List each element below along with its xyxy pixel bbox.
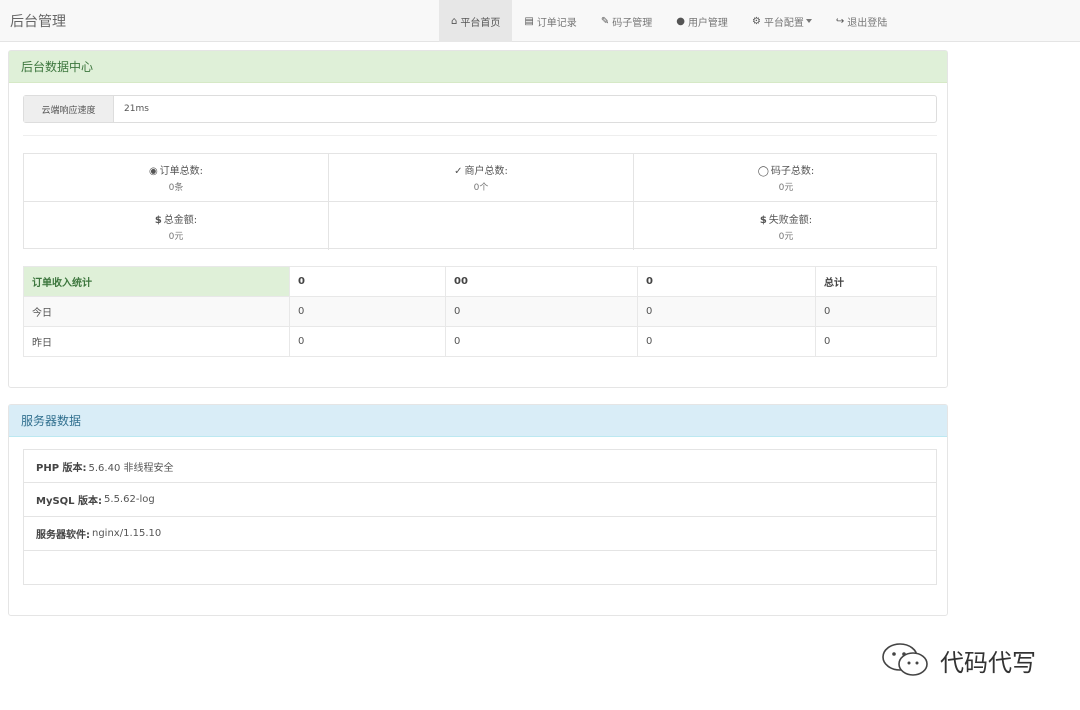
nav-item-orders[interactable]: ▤ 订单记录 <box>512 0 588 42</box>
drop-icon: ◉ <box>148 166 158 177</box>
table-row: 今日 0 0 0 0 <box>23 296 937 327</box>
nav-label: 订单记录 <box>536 17 577 29</box>
user-check-icon: ✓ <box>454 166 463 177</box>
table-cell: 今日 <box>23 296 290 327</box>
stat-label: 商户总数: <box>464 166 508 177</box>
watermark: 代码代写 <box>880 642 1036 678</box>
nav-item-codes[interactable]: ✎ 码子管理 <box>589 0 664 42</box>
info-key: MySQL 版本: <box>36 496 103 507</box>
nav-label: 平台配置 <box>763 17 804 29</box>
table-cell: 0 <box>445 326 638 357</box>
table-header: 订单收入统计 <box>23 266 290 297</box>
nav-label: 退出登陆 <box>847 17 888 29</box>
list-item: 服务器软件: nginx/1.15.10 <box>23 517 937 551</box>
table-cell: 0 <box>815 326 937 357</box>
table-header: 00 <box>445 266 638 297</box>
stat-empty <box>329 202 634 250</box>
list-icon: ▤ <box>524 15 534 27</box>
divider <box>23 135 937 136</box>
navbar-brand[interactable]: 后台管理 <box>10 11 66 31</box>
server-info-list: PHP 版本: 5.6.40 非线程安全 MySQL 版本: 5.5.62-lo… <box>23 449 937 585</box>
stat-total-amount: $ 总金额: 0元 <box>24 202 329 250</box>
nav-item-home[interactable]: ⌂ 平台首页 <box>439 0 513 42</box>
speed-input-group: 云端响应速度 21ms <box>23 95 937 123</box>
speed-label: 云端响应速度 <box>24 96 114 122</box>
nav-label: 平台首页 <box>460 17 501 29</box>
table-cell: 0 <box>445 296 638 327</box>
table-cell: 昨日 <box>23 326 290 357</box>
table-header: 0 <box>289 266 446 297</box>
stat-label: 订单总数: <box>159 166 204 177</box>
income-table: 订单收入统计 0 00 0 总计 今日 0 0 0 0 昨日 0 0 0 0 <box>23 266 937 357</box>
nav-item-logout[interactable]: ↪ 退出登陆 <box>824 0 899 42</box>
stat-label: 码子总数: <box>770 166 815 177</box>
home-icon: ⌂ <box>451 15 458 27</box>
nav-item-config[interactable]: ⚙ 平台配置 <box>740 0 824 42</box>
panel-title: 后台数据中心 <box>9 51 947 83</box>
info-value: nginx/1.15.10 <box>92 528 162 539</box>
table-header: 0 <box>637 266 816 297</box>
stats-grid: ◉ 订单总数: 0条 ✓ 商户总数: 0个 ◯ 码子总数: 0元 $ 总金额: 0元 $… <box>23 153 938 250</box>
panel-title: 服务器数据 <box>9 405 947 437</box>
stat-value: 0条 <box>168 183 184 193</box>
info-value: 5.6.40 非线程安全 <box>88 462 174 474</box>
table-header: 总计 <box>815 266 937 297</box>
info-key: 服务器软件: <box>36 530 90 541</box>
table-cell: 0 <box>637 326 816 357</box>
stat-failed-amount: $ 失败金额: 0元 <box>634 202 938 250</box>
circle-icon: ◯ <box>757 166 769 177</box>
info-key: PHP 版本: <box>36 462 87 474</box>
table-row: 昨日 0 0 0 0 <box>23 326 937 357</box>
stat-merchant-count: ✓ 商户总数: 0个 <box>329 154 634 202</box>
stat-order-count: ◉ 订单总数: 0条 <box>24 154 329 202</box>
nav-menu: ⌂ 平台首页 ▤ 订单记录 ✎ 码子管理 ● 用户管理 ⚙ 平台配置 ↪ 退出登… <box>439 0 899 42</box>
dollar-icon: $ <box>759 214 767 226</box>
table-header-row: 订单收入统计 0 00 0 总计 <box>23 266 937 297</box>
nav-label: 用户管理 <box>687 17 728 29</box>
stat-value: 0元 <box>168 231 184 242</box>
stat-label: 总金额: <box>163 214 198 226</box>
stat-code-count: ◯ 码子总数: 0元 <box>634 154 938 202</box>
user-icon: ● <box>676 15 685 27</box>
dollar-icon: $ <box>154 214 162 226</box>
data-center-panel: 后台数据中心 云端响应速度 21ms ◉ 订单总数: 0条 ✓ 商户总数: 0个 ◯… <box>8 50 948 388</box>
info-value: 5.5.62-log <box>104 494 155 505</box>
edit-icon: ✎ <box>600 15 610 27</box>
logout-icon: ↪ <box>835 15 845 27</box>
caret-down-icon <box>805 19 812 23</box>
watermark-text: 代码代写 <box>940 648 1036 677</box>
gear-icon: ⚙ <box>751 15 761 27</box>
table-cell: 0 <box>289 326 446 357</box>
stat-label: 失败金额: <box>768 214 813 226</box>
wechat-icon <box>882 643 928 676</box>
list-item: MySQL 版本: 5.5.62-log <box>23 483 937 517</box>
table-cell: 0 <box>289 296 446 327</box>
stat-value: 0元 <box>778 183 794 193</box>
server-panel: 服务器数据 PHP 版本: 5.6.40 非线程安全 MySQL 版本: 5.5… <box>8 404 948 616</box>
table-cell: 0 <box>637 296 816 327</box>
table-cell: 0 <box>815 296 937 327</box>
nav-label: 码子管理 <box>612 17 653 29</box>
list-item-empty <box>23 551 937 585</box>
speed-value: 21ms <box>124 104 149 114</box>
stat-value: 0个 <box>473 183 489 193</box>
stat-value: 0元 <box>778 231 794 242</box>
top-navbar: 后台管理 ⌂ 平台首页 ▤ 订单记录 ✎ 码子管理 ● 用户管理 ⚙ 平台配置 … <box>0 0 1080 42</box>
list-item: PHP 版本: 5.6.40 非线程安全 <box>23 449 937 483</box>
nav-item-users[interactable]: ● 用户管理 <box>664 0 740 42</box>
